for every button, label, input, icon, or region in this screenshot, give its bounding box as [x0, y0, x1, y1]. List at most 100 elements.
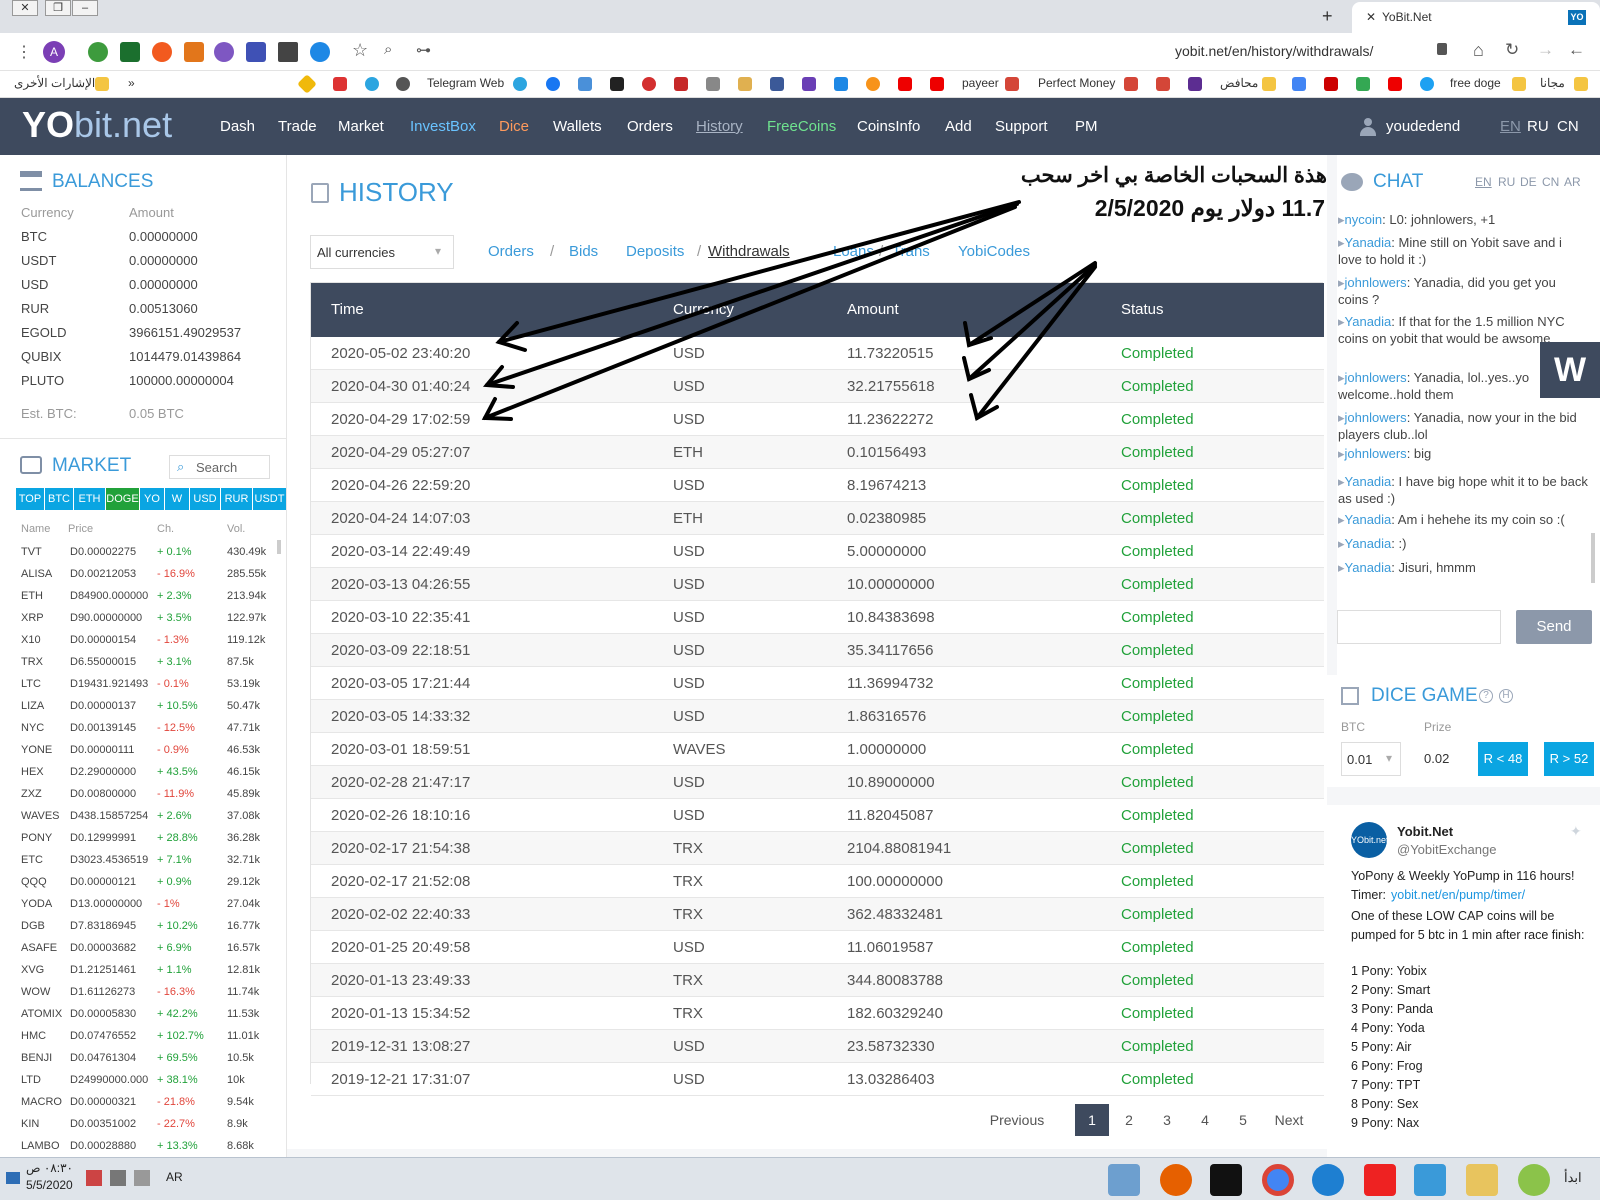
lock-icon[interactable]	[1437, 43, 1447, 55]
close-tab-icon[interactable]: ✕	[1366, 2, 1376, 33]
tweet-name[interactable]: Yobit.Net	[1397, 824, 1453, 839]
chat-username[interactable]: Yanadia	[1345, 235, 1392, 250]
market-row-name[interactable]: DGB	[21, 920, 45, 932]
key-icon[interactable]: ⊶	[416, 41, 431, 59]
other-bookmarks[interactable]: الإشارات الأخرى	[14, 76, 95, 90]
bookmark-icon[interactable]	[802, 77, 816, 91]
gmail-icon[interactable]	[1005, 77, 1019, 91]
gmail-icon[interactable]	[1124, 77, 1138, 91]
bookmark-icon[interactable]	[578, 77, 592, 91]
market-row-name[interactable]: HMC	[21, 1030, 46, 1042]
tray-icon[interactable]	[86, 1170, 102, 1186]
pagination-page-4[interactable]: 4	[1188, 1104, 1222, 1136]
pagination-previous[interactable]: Previous	[987, 1104, 1047, 1136]
nav-add[interactable]: Add	[945, 98, 972, 155]
nav-wallets[interactable]: Wallets	[553, 98, 602, 155]
chat-lang-en[interactable]: EN	[1475, 175, 1492, 189]
clock-time[interactable]: ٠٨:٣٠ ص	[26, 1161, 73, 1175]
chat-lang-de[interactable]: DE	[1520, 175, 1537, 189]
network-icon[interactable]	[110, 1170, 126, 1186]
pagination-page-5[interactable]: 5	[1226, 1104, 1260, 1136]
market-row-name[interactable]: ASAFE	[21, 942, 57, 954]
bookmark-free-doge[interactable]: free doge	[1450, 76, 1501, 90]
bookmark-star-icon[interactable]: ☆	[352, 40, 368, 61]
minimize-window-button[interactable]: –	[72, 0, 98, 16]
bookmark-wallets-folder[interactable]: محافض	[1220, 76, 1258, 90]
market-row-name[interactable]: YONE	[21, 744, 52, 756]
bookmark-telegram-web[interactable]: Telegram Web	[427, 76, 504, 90]
market-tab-doge[interactable]: DOGE	[106, 488, 139, 510]
extension-icon[interactable]	[120, 42, 140, 62]
file-explorer-icon[interactable]	[1466, 1164, 1498, 1196]
volume-muted-icon[interactable]	[134, 1170, 150, 1186]
home-icon[interactable]: ⌂	[1473, 40, 1484, 61]
reload-icon[interactable]: ↻	[1505, 40, 1519, 60]
bitcoin-icon[interactable]	[866, 77, 880, 91]
market-row-name[interactable]: HEX	[21, 766, 44, 778]
chat-username[interactable]: nycoin	[1345, 212, 1383, 227]
market-row-name[interactable]: PONY	[21, 832, 52, 844]
extension-icon[interactable]	[310, 42, 330, 62]
market-row-name[interactable]: TVT	[21, 546, 42, 558]
bookmark-icon[interactable]	[706, 77, 720, 91]
url-text[interactable]: yobit.net/en/history/withdrawals/	[1175, 43, 1373, 59]
pagination-page-1[interactable]: 1	[1075, 1104, 1109, 1136]
nav-history[interactable]: History	[696, 98, 743, 155]
market-row-name[interactable]: ETH	[21, 590, 43, 602]
nav-pm[interactable]: PM	[1075, 98, 1098, 155]
chat-username[interactable]: Yanadia	[1345, 560, 1392, 575]
market-tab-usd[interactable]: USD	[190, 488, 220, 510]
market-row-name[interactable]: QQQ	[21, 876, 47, 888]
market-row-name[interactable]: KIN	[21, 1118, 39, 1130]
market-row-name[interactable]: X10	[21, 634, 41, 646]
market-row-name[interactable]: YODA	[21, 898, 52, 910]
new-tab-icon[interactable]: +	[1322, 6, 1333, 27]
mail-icon[interactable]	[1188, 77, 1202, 91]
bookmark-perfect-money[interactable]: Perfect Money	[1038, 76, 1115, 90]
qr-code-icon[interactable]	[278, 42, 298, 62]
nav-freecoins[interactable]: FreeCoins	[767, 98, 836, 155]
facebook-icon[interactable]	[770, 77, 784, 91]
history-small-icon[interactable]: H	[1499, 689, 1513, 703]
binance-icon[interactable]	[297, 74, 317, 94]
input-language[interactable]: AR	[166, 1170, 183, 1184]
market-row-name[interactable]: LTC	[21, 678, 41, 690]
back-icon[interactable]: ←	[1568, 40, 1585, 60]
pm-icon[interactable]	[642, 77, 656, 91]
nav-investbox[interactable]: InvestBox	[410, 98, 476, 155]
market-row-name[interactable]: ETC	[21, 854, 43, 866]
youtube-icon[interactable]	[930, 77, 944, 91]
nav-dash[interactable]: Dash	[220, 98, 255, 155]
nav-support[interactable]: Support	[995, 98, 1048, 155]
menu-dots-icon[interactable]: ⋮	[16, 42, 32, 62]
clock-date[interactable]: 5/5/2020	[26, 1178, 73, 1192]
market-row-name[interactable]: WOW	[21, 986, 50, 998]
market-row-name[interactable]: LTD	[21, 1074, 41, 1086]
chat-send-button[interactable]: Send	[1516, 610, 1592, 644]
market-row-name[interactable]: XVG	[21, 964, 44, 976]
start-button[interactable]: ابدأ	[1564, 1170, 1582, 1186]
yandex-icon[interactable]	[1364, 1164, 1396, 1196]
pagination-page-2[interactable]: 2	[1112, 1104, 1146, 1136]
bookmark-icon[interactable]	[738, 77, 752, 91]
w-widget-icon[interactable]: W	[1540, 342, 1600, 398]
nav-dice[interactable]: Dice	[499, 98, 529, 155]
bookmark-icon[interactable]	[610, 77, 624, 91]
chat-lang-ar[interactable]: AR	[1564, 175, 1581, 189]
lang-en[interactable]: EN	[1500, 98, 1521, 155]
zoom-icon[interactable]: ⌕	[384, 41, 392, 58]
chat-message-input[interactable]	[1337, 610, 1501, 644]
bookmark-icon[interactable]	[834, 77, 848, 91]
market-row-name[interactable]: ATOMIX	[21, 1008, 62, 1020]
twitter-icon[interactable]	[1420, 77, 1434, 91]
media-player-icon[interactable]	[1414, 1164, 1446, 1196]
market-row-name[interactable]: ALISA	[21, 568, 52, 580]
youtube-icon[interactable]	[898, 77, 912, 91]
nav-orders[interactable]: Orders	[627, 98, 673, 155]
market-scrollbar[interactable]	[277, 540, 281, 554]
tweet-timer-link[interactable]: yobit.net/en/pump/timer/	[1391, 888, 1525, 902]
extension-icon[interactable]	[246, 42, 266, 62]
profile-avatar[interactable]: A	[43, 41, 65, 63]
telegram-icon[interactable]	[513, 77, 527, 91]
pagination-next[interactable]: Next	[1264, 1104, 1314, 1136]
